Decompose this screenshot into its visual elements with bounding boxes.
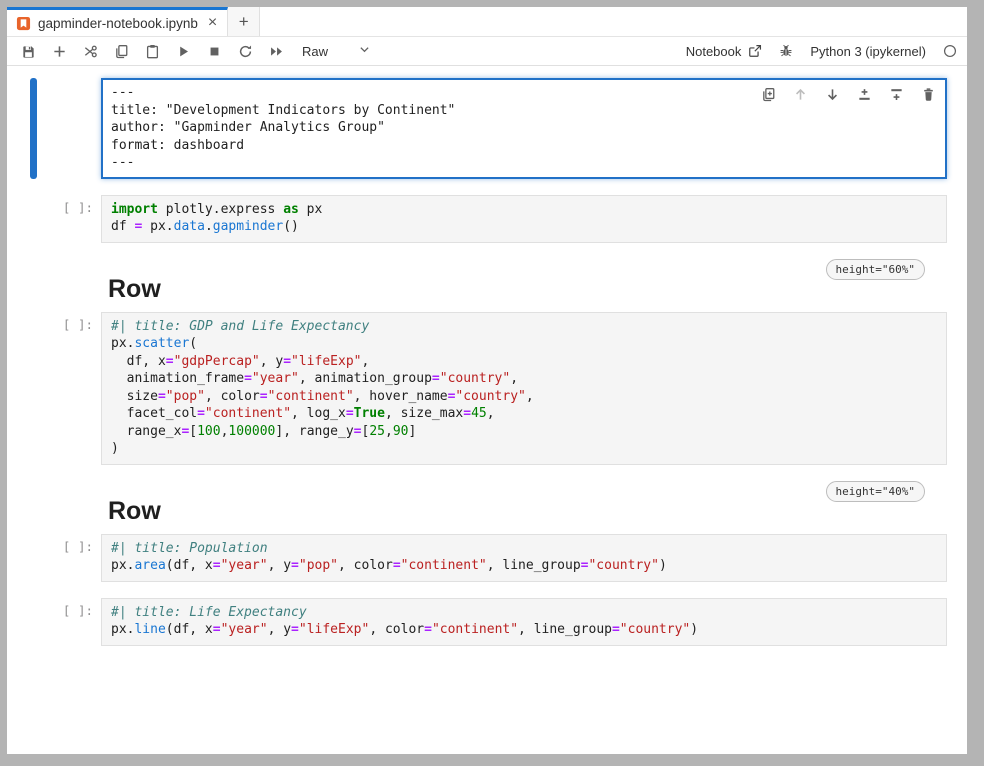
stop-icon[interactable] — [199, 39, 230, 63]
external-link-icon — [748, 44, 762, 58]
code-line: ) — [111, 440, 940, 458]
cell-prompt — [37, 481, 101, 530]
delete-cell-icon[interactable] — [920, 86, 936, 102]
cell-collapser[interactable] — [30, 534, 37, 582]
notebook-cell-5: height="40%"Row — [30, 481, 947, 530]
run-icon[interactable] — [168, 39, 199, 63]
code-line: #| title: GDP and Life Expectancy — [111, 318, 940, 336]
tab-title: gapminder-notebook.ipynb — [38, 16, 198, 31]
cell-collapser[interactable] — [30, 312, 37, 465]
code-line: facet_col="continent", log_x=True, size_… — [111, 405, 940, 423]
cell-type-dropdown[interactable]: Raw — [302, 43, 371, 59]
cut-icon[interactable] — [75, 39, 106, 63]
insert-cell-icon[interactable] — [44, 39, 75, 63]
tab-gapminder-notebook[interactable]: gapminder-notebook.ipynb × — [7, 7, 228, 36]
cell-collapser[interactable] — [30, 481, 37, 530]
cell-type-value: Raw — [302, 44, 328, 59]
code-cell-editor[interactable]: import plotly.express as pxdf = px.data.… — [101, 195, 947, 243]
kernel-status-icon — [943, 44, 957, 58]
code-line: format: dashboard — [111, 137, 940, 155]
notebook-cell-4: [ ]:#| title: GDP and Life Expectancypx.… — [30, 312, 947, 465]
cell-collapser[interactable] — [30, 259, 37, 308]
code-line: #| title: Life Expectancy — [111, 604, 940, 622]
code-line: #| title: Population — [111, 540, 940, 558]
code-cell-editor[interactable]: #| title: GDP and Life Expectancypx.scat… — [101, 312, 947, 465]
notebook-file-icon — [16, 16, 31, 31]
code-line: import plotly.express as px — [111, 201, 940, 219]
copy-icon[interactable] — [106, 39, 137, 63]
cell-prompt — [37, 78, 101, 179]
code-line: size="pop", color="continent", hover_nam… — [111, 388, 940, 406]
move-cell-down-icon[interactable] — [824, 86, 840, 102]
tab-close-icon[interactable]: × — [208, 15, 217, 31]
tab-bar: gapminder-notebook.ipynb × + — [7, 7, 967, 37]
markdown-cell-body[interactable]: height="60%"Row — [101, 259, 947, 308]
toolbar-icon-group — [13, 39, 292, 63]
cell-collapser[interactable] — [30, 78, 37, 179]
cell-prompt: [ ]: — [37, 195, 101, 243]
notebook-toolbar: Raw Notebook Python 3 (ipykernel) — [7, 37, 967, 66]
code-line: range_x=[100,100000], range_y=[25,90] — [111, 423, 940, 441]
save-icon[interactable] — [13, 39, 44, 63]
code-cell-editor[interactable]: #| title: Life Expectancypx.line(df, x="… — [101, 598, 947, 646]
cell-toolbar — [760, 86, 936, 102]
insert-cell-above-icon[interactable] — [856, 86, 872, 102]
code-cell-editor[interactable]: #| title: Populationpx.area(df, x="year"… — [101, 534, 947, 582]
run-all-icon[interactable] — [261, 39, 292, 63]
notebook-cell-2: [ ]:import plotly.express as pxdf = px.d… — [30, 195, 947, 243]
cell-prompt: [ ]: — [37, 598, 101, 646]
notebook-cell-1: --- title: "Development Indicators by Con… — [30, 78, 947, 179]
height-attribute-badge: height="60%" — [826, 259, 925, 280]
kernel-name: Python 3 (ipykernel) — [810, 44, 926, 59]
notebook-content-area: --- title: "Development Indicators by Con… — [7, 66, 967, 754]
code-line: df = px.data.gapminder() — [111, 218, 940, 236]
raw-cell-editor[interactable]: --- title: "Development Indicators by Con… — [101, 78, 947, 179]
markdown-cell-body[interactable]: height="40%"Row — [101, 481, 947, 530]
restart-icon[interactable] — [230, 39, 261, 63]
cell-collapser[interactable] — [30, 195, 37, 243]
code-line: --- — [111, 154, 940, 172]
row-heading: Row — [108, 497, 947, 526]
code-line: author: "Gapminder Analytics Group" — [111, 119, 940, 137]
notebook-preview-button[interactable]: Notebook — [686, 44, 763, 59]
cell-prompt: [ ]: — [37, 312, 101, 465]
notebook-cell-6: [ ]:#| title: Populationpx.area(df, x="y… — [30, 534, 947, 582]
kernel-switcher[interactable]: Python 3 (ipykernel) — [810, 44, 926, 59]
notebook-cell-3: height="60%"Row — [30, 259, 947, 308]
code-line: df, x="gdpPercap", y="lifeExp", — [111, 353, 940, 371]
chevron-down-icon — [358, 43, 371, 59]
toolbar-right-group: Notebook Python 3 (ipykernel) — [686, 44, 957, 59]
row-heading: Row — [108, 275, 947, 304]
debugger-bug-icon[interactable] — [779, 44, 793, 58]
code-line: animation_frame="year", animation_group=… — [111, 370, 940, 388]
duplicate-cell-icon[interactable] — [760, 86, 776, 102]
cell-prompt — [37, 259, 101, 308]
code-line: px.line(df, x="year", y="lifeExp", color… — [111, 621, 940, 639]
code-line: px.area(df, x="year", y="pop", color="co… — [111, 557, 940, 575]
notebook-preview-label: Notebook — [686, 44, 742, 59]
height-attribute-badge: height="40%" — [826, 481, 925, 502]
move-cell-up-icon[interactable] — [792, 86, 808, 102]
jupyterlab-window: gapminder-notebook.ipynb × + Raw Noteboo… — [7, 7, 967, 754]
code-line: px.scatter( — [111, 335, 940, 353]
cell-prompt: [ ]: — [37, 534, 101, 582]
notebook-cell-7: [ ]:#| title: Life Expectancypx.line(df,… — [30, 598, 947, 646]
insert-cell-below-icon[interactable] — [888, 86, 904, 102]
code-line: title: "Development Indicators by Contin… — [111, 102, 940, 120]
paste-icon[interactable] — [137, 39, 168, 63]
new-tab-button[interactable]: + — [228, 7, 260, 36]
cell-collapser[interactable] — [30, 598, 37, 646]
